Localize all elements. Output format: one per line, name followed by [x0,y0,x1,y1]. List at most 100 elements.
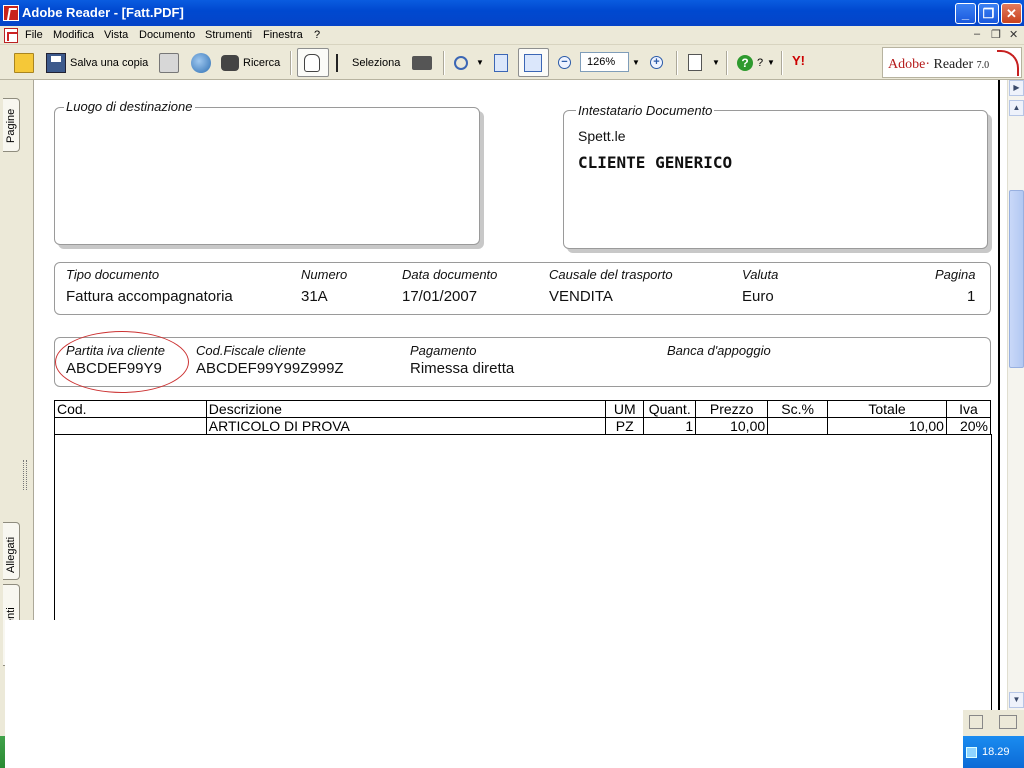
fit-page-button[interactable] [494,45,508,80]
hand-tool-wrap [304,45,320,80]
start-button-edge[interactable] [0,736,5,768]
menu-vista[interactable]: Vista [104,29,128,41]
items-table: Cod. Descrizione UM Quant. Prezzo Sc.% T… [54,400,992,435]
page-border [998,80,1000,710]
document-type-value: Fattura accompagnatoria [66,288,233,305]
minus-icon: − [558,56,571,69]
column-header: Prezzo [695,400,769,418]
help-label: ? [757,56,764,69]
payment-value: Rimessa diretta [410,360,515,377]
scroll-up-button[interactable]: ▶ [1009,80,1024,96]
field-label: Data documento [402,267,498,282]
system-tray: 18.29 [963,736,1024,768]
annotation-circle [55,331,189,393]
menu-documento[interactable]: Documento [139,29,195,41]
yahoo-search-button[interactable]: Y! [792,45,805,80]
binoculars-icon [221,54,239,71]
zoom-in-tool-button[interactable] [454,45,468,80]
vertical-scrollbar[interactable]: ▶ ▲ ▼ [1007,80,1024,710]
table-cell [54,417,207,435]
taskbar-clock[interactable]: 18.29 [982,746,1010,758]
fiscal-code-value: ABCDEF99Y99Z999Z [196,360,344,377]
yahoo-icon: Y! [792,52,805,68]
pages-icon [688,54,702,71]
single-page-view-icon[interactable] [969,715,983,729]
title-bar[interactable]: Adobe Reader - [Fatt.PDF] _ ❐ ✕ [0,0,1024,26]
fit-width-icon [524,53,542,72]
tab-pages[interactable]: Pagine [3,98,20,152]
two-page-view-icon[interactable] [999,715,1017,729]
select-tool-button[interactable]: Seleziona [336,45,400,80]
magnifier-icon [454,55,468,70]
snapshot-button[interactable] [412,45,432,80]
table-cell: 10,00 [827,417,947,435]
search-label: Ricerca [243,56,281,69]
network-tray-icon[interactable] [966,747,977,758]
zoom-out-button[interactable]: − [558,45,571,80]
close-button[interactable]: ✕ [1001,3,1022,24]
email-button[interactable] [191,45,211,80]
zoom-input[interactable]: 126% [580,52,629,72]
client-box [54,337,991,387]
doc-restore-button[interactable]: ❐ [991,28,1001,41]
toolbar: Salva una copia Ricerca Seleziona ▼ − ▼ … [0,45,1024,80]
transport-reason-value: VENDITA [549,288,613,305]
toolbar-separator [290,51,292,75]
table-cell [767,417,829,435]
tab-attachments[interactable]: Allegati [3,522,20,580]
table-cell: 20% [945,417,992,435]
doc-close-button[interactable]: ✕ [1009,28,1018,41]
doc-minimize-button[interactable]: – [974,28,980,40]
open-button[interactable] [14,45,34,80]
search-button[interactable]: Ricerca [221,45,280,80]
zoom-tool-dropdown-icon[interactable]: ▼ [476,58,484,67]
minimize-button[interactable]: _ [955,3,976,24]
field-label: Valuta [742,267,779,282]
help-button[interactable]: ? ? [737,45,763,80]
tab-attachments-label: Allegati [5,536,17,573]
destination-box [54,107,480,245]
menu-help[interactable]: ? [314,29,320,41]
text-select-icon [336,53,348,72]
help-dropdown-icon[interactable]: ▼ [767,58,775,67]
field-label: Pagamento [410,343,477,358]
menu-finestra[interactable]: Finestra [263,29,303,41]
column-header: Quant. [643,400,697,418]
field-label: Banca d'appoggio [667,343,771,358]
scrollbar-thumb[interactable] [1009,190,1024,368]
folder-open-icon [14,52,34,73]
zoom-dropdown-icon[interactable]: ▼ [632,58,640,67]
toolbar-separator [781,51,783,75]
logo-reader-text: Reader [933,57,974,72]
logo-adobe-text: Adobe [888,57,926,72]
maximize-button[interactable]: ❐ [978,3,999,24]
document-icon[interactable] [4,28,18,43]
blank-region [5,620,963,768]
menu-strumenti[interactable]: Strumenti [205,29,252,41]
column-header: UM [605,400,645,418]
recipient-salutation: Spett.le [578,128,626,144]
menu-file[interactable]: File [25,29,43,41]
page-layout-button[interactable] [688,45,702,80]
print-button[interactable] [159,45,179,80]
column-header: Sc.% [767,400,829,418]
menu-modifica[interactable]: Modifica [53,29,94,41]
page-layout-dropdown-icon[interactable]: ▼ [712,58,720,67]
save-copy-button[interactable]: Salva una copia [46,45,148,80]
zoom-in-button[interactable]: + [650,45,663,80]
recipient-box [563,110,988,249]
page-number-value: 1 [967,288,976,305]
scroll-top-arrow-button[interactable]: ▲ [1009,100,1024,116]
field-label: Tipo documento [66,267,160,282]
status-bar-fragment [963,710,1024,736]
pane-splitter-handle[interactable] [23,460,27,490]
adobe-reader-icon[interactable] [3,5,19,21]
table-row: ARTICOLO DI PROVA PZ 1 10,00 10,00 20% [54,417,992,435]
scroll-down-button[interactable]: ▼ [1009,692,1024,708]
column-header: Cod. [54,400,207,418]
field-label: Numero [301,267,348,282]
fit-page-icon [494,53,508,72]
email-globe-icon [191,52,211,73]
column-header: Descrizione [205,400,607,418]
floppy-disk-icon [46,52,66,73]
